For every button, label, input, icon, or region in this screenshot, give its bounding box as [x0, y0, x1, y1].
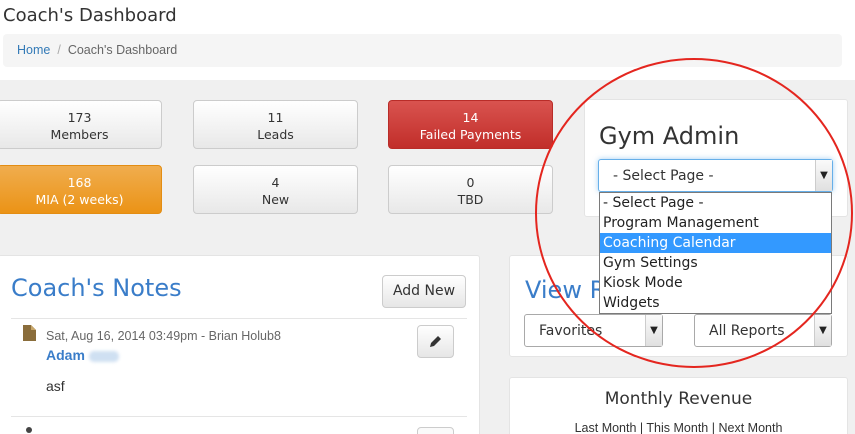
tile-label: New [261, 192, 290, 207]
coach-notes-panel: Coach's Notes Add New Sat, Aug 16, 2014 … [0, 255, 480, 434]
dropdown-option[interactable]: Widgets [600, 293, 831, 313]
tile-label: MIA (2 weeks) [35, 192, 124, 207]
divider [11, 416, 467, 417]
file-icon [23, 325, 36, 341]
dropdown-option[interactable]: Kiosk Mode [600, 273, 831, 293]
tile-value: 14 [462, 110, 479, 125]
chevron-down-icon[interactable]: ▼ [645, 315, 662, 346]
select-value: Favorites [539, 323, 603, 339]
note-meta: Sat, Aug 16, 2014 03:49pm - Brian Holub8 [46, 329, 281, 343]
tile-leads[interactable]: 11 Leads [193, 100, 358, 149]
tile-label: Failed Payments [419, 127, 522, 142]
tile-tbd[interactable]: 0 TBD [388, 165, 553, 214]
monthly-revenue-panel: Monthly Revenue Last Month | This Month … [509, 377, 848, 434]
breadcrumb-current: Coach's Dashboard [67, 43, 178, 57]
last-month-link[interactable]: Last Month [575, 421, 637, 434]
dropdown-option[interactable]: Program Management [600, 213, 831, 233]
add-new-button[interactable]: Add New [382, 275, 466, 308]
note-date: Sat, Aug 16, 2014 03:49pm [46, 329, 198, 343]
note-member-first-name[interactable]: Adam [46, 347, 85, 363]
divider [11, 318, 467, 319]
breadcrumb-home-link[interactable]: Home [17, 43, 50, 57]
this-month-link[interactable]: This Month [646, 421, 708, 434]
redacted-surname [88, 350, 119, 362]
note-author: Brian Holub8 [208, 329, 281, 343]
favorites-select[interactable]: Favorites ▼ [524, 314, 663, 347]
chevron-down-icon[interactable]: ▼ [815, 160, 832, 191]
note-member-name[interactable]: Adam [46, 347, 119, 363]
dropdown-option[interactable]: - Select Page - [600, 193, 831, 213]
link-separator: | [639, 421, 644, 434]
gym-admin-page-select[interactable]: - Select Page - ▼ [598, 159, 833, 192]
revenue-period-links: Last Month | This Month | Next Month [510, 421, 847, 434]
tile-new[interactable]: 4 New [193, 165, 358, 214]
pencil-icon [430, 336, 441, 347]
tile-value: 173 [67, 110, 92, 125]
tile-members[interactable]: 173 Members [0, 100, 162, 149]
dropdown-option-highlighted[interactable]: Coaching Calendar [600, 233, 831, 253]
dropdown-option[interactable]: Gym Settings [600, 253, 831, 273]
next-month-link[interactable]: Next Month [718, 421, 782, 434]
chevron-down-icon[interactable]: ▼ [814, 315, 831, 346]
all-reports-select[interactable]: All Reports ▼ [694, 314, 832, 347]
tile-label: TBD [457, 192, 484, 207]
breadcrumb: Home / Coach's Dashboard [3, 34, 842, 67]
select-value: - Select Page - [613, 168, 714, 184]
tile-mia[interactable]: 168 MIA (2 weeks) [0, 165, 162, 214]
tile-value: 168 [67, 175, 92, 190]
tile-failed-payments[interactable]: 14 Failed Payments [388, 100, 553, 149]
page-title: Coach's Dashboard [3, 5, 177, 26]
edit-note-button[interactable] [417, 427, 454, 434]
edit-note-button[interactable] [417, 325, 454, 358]
user-icon [26, 427, 32, 433]
monthly-revenue-title: Monthly Revenue [604, 389, 753, 409]
gym-admin-dropdown-list: - Select Page - Program Management Coach… [599, 192, 832, 314]
breadcrumb-separator: / [57, 43, 61, 57]
tile-value: 0 [466, 175, 475, 190]
note-meta-separator: - [197, 329, 209, 343]
note-body: asf [46, 378, 65, 394]
tile-value: 11 [267, 110, 284, 125]
tile-label: Leads [257, 127, 294, 142]
tile-value: 4 [271, 175, 280, 190]
link-separator: | [711, 421, 715, 434]
coach-notes-title: Coach's Notes [11, 274, 182, 302]
select-value: All Reports [709, 323, 785, 339]
view-reports-title: View R [525, 276, 607, 304]
tile-label: Members [50, 127, 109, 142]
gym-admin-title: Gym Admin [599, 122, 740, 150]
